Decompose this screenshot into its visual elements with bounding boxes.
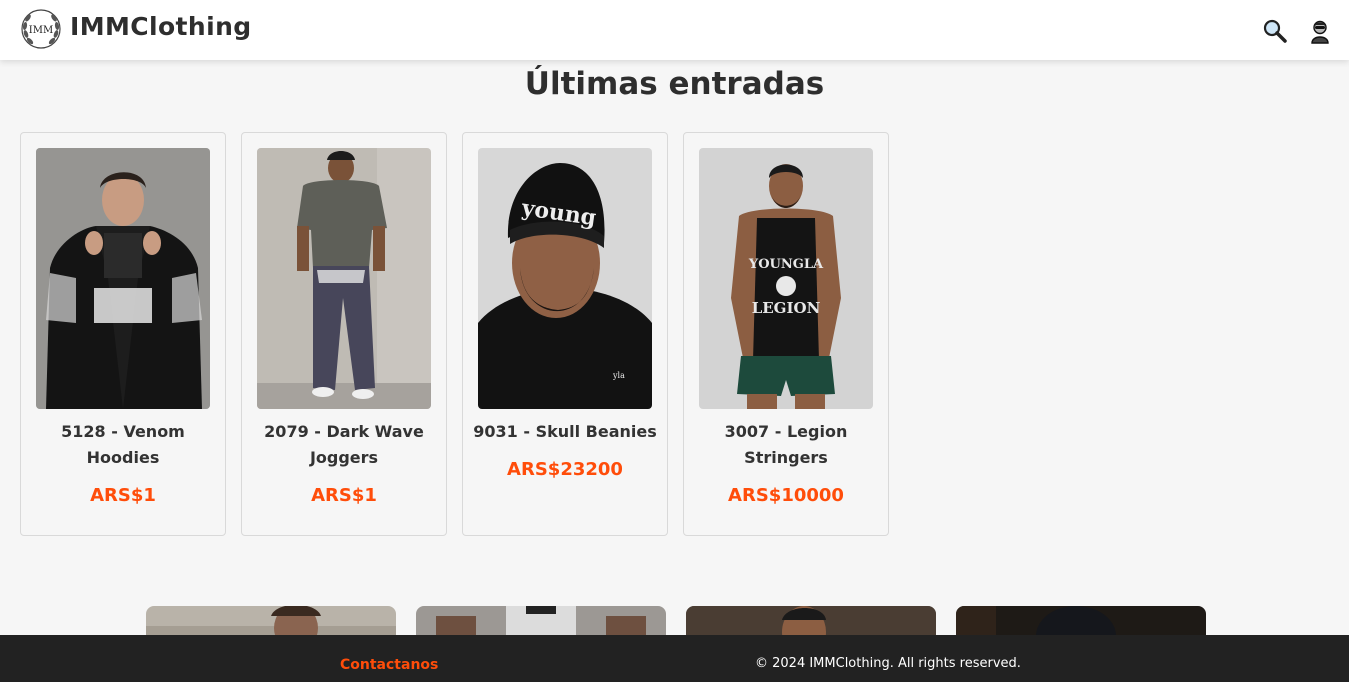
svg-text:LEGION: LEGION: [752, 299, 821, 317]
product-price: ARS$10000: [728, 485, 844, 506]
product-image[interactable]: young yla: [478, 148, 652, 409]
product-image[interactable]: [36, 148, 210, 409]
product-name[interactable]: 9031 - Skull Beanies: [473, 419, 657, 445]
product-card[interactable]: young yla 9031 - Skull Beanies ARS$23200: [462, 132, 668, 536]
svg-text:yla: yla: [612, 371, 625, 380]
contact-link[interactable]: Contactanos: [340, 657, 438, 673]
brand-name[interactable]: IMMClothing: [70, 12, 252, 41]
svg-text:YOUNGLA: YOUNGLA: [748, 257, 824, 272]
product-grid: 5128 - Venom Hoodies ARS$1 2079 - Dark W…: [20, 132, 889, 536]
logo-text: IMM: [29, 25, 53, 36]
search-icon[interactable]: [1262, 18, 1288, 44]
product-name[interactable]: 5128 - Venom Hoodies: [31, 419, 215, 471]
product-price: ARS$1: [90, 485, 156, 506]
user-icon[interactable]: [1307, 18, 1333, 44]
product-image[interactable]: [257, 148, 431, 409]
product-card[interactable]: YOUNGLA LEGION 3007 - Legion Stringers A…: [683, 132, 889, 536]
product-card[interactable]: 2079 - Dark Wave Joggers ARS$1: [241, 132, 447, 536]
section-title: Últimas entradas: [524, 66, 825, 102]
product-name[interactable]: 3007 - Legion Stringers: [694, 419, 878, 471]
product-image[interactable]: YOUNGLA LEGION: [699, 148, 873, 409]
copyright-text: © 2024 IMMClothing. All rights reserved.: [755, 656, 1021, 671]
product-price: ARS$23200: [507, 459, 623, 480]
product-card[interactable]: 5128 - Venom Hoodies ARS$1: [20, 132, 226, 536]
product-name[interactable]: 2079 - Dark Wave Joggers: [252, 419, 436, 471]
product-price: ARS$1: [311, 485, 377, 506]
top-navbar: IMM IMMClothing: [0, 0, 1349, 60]
brand-logo-icon[interactable]: IMM: [20, 8, 62, 50]
footer: Contactanos © 2024 IMMClothing. All righ…: [0, 635, 1349, 682]
